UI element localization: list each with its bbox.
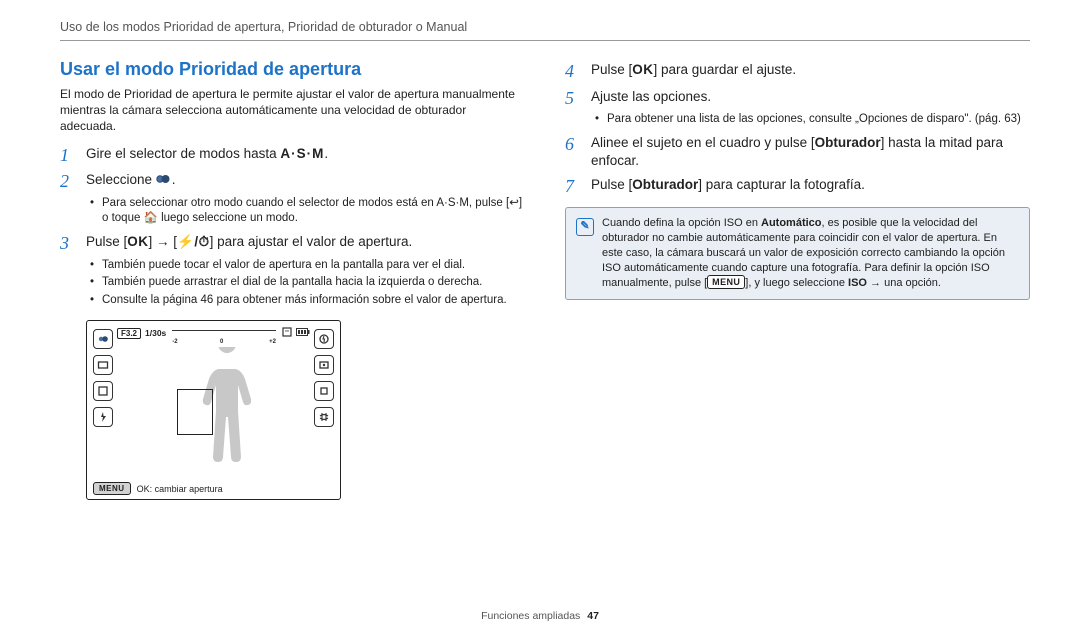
page-footer: Funciones ampliadas 47 [0, 610, 1080, 622]
off-flash-icon [314, 329, 334, 349]
step-text: Pulse [ [591, 177, 632, 192]
flash-icon [93, 407, 113, 427]
ev-plus: +2 [269, 339, 276, 345]
step-text: Alinee el sujeto en el cuadro y pulse [ [591, 135, 815, 150]
left-column: Usar el modo Prioridad de apertura El mo… [60, 55, 525, 500]
step-7: 7 Pulse [Obturador] para capturar la fot… [565, 176, 1030, 197]
sub-item: Para seleccionar otro modo cuando el sel… [90, 196, 525, 227]
ev-zero: 0 [220, 339, 223, 345]
step-number: 5 [565, 88, 581, 109]
iso-note-box: ✎ Cuando defina la opción ISO en Automát… [565, 207, 1030, 300]
photo-size-icon [93, 355, 113, 375]
ev-minus: -2 [172, 339, 177, 345]
step-number: 2 [60, 171, 76, 192]
mode-icon [93, 329, 113, 349]
footer-section: Funciones ampliadas [481, 610, 580, 622]
step-3-sublist: También puede tocar el valor de apertura… [90, 258, 525, 309]
step-number: 3 [60, 233, 76, 254]
osd-prompt: OK: cambiar apertura [137, 484, 223, 494]
osd-bottom-bar: MENU OK: cambiar apertura [93, 482, 334, 495]
shutter-bold: Obturador [632, 177, 698, 192]
step-text: ] para ajustar el valor de apertura. [210, 234, 413, 249]
page-header: Uso de los modos Prioridad de apertura, … [60, 20, 1030, 41]
battery-icon [296, 328, 310, 338]
drive-mode-icon [93, 381, 113, 401]
step-2: 2 Seleccione . [60, 171, 525, 192]
af-rectangle [177, 389, 213, 435]
step-text: Ajuste las opciones. [591, 88, 1030, 106]
page-number: 47 [587, 610, 599, 622]
step-text: Gire el selector de modos hasta [86, 146, 280, 161]
step-2-sublist: Para seleccionar otro modo cuando el sel… [90, 196, 525, 227]
step-number: 6 [565, 134, 581, 155]
note-icon: ✎ [576, 218, 594, 236]
ok-key: OK [127, 233, 148, 251]
step-6: 6 Alinee el sujeto en el cuadro y pulse … [565, 134, 1030, 170]
step-number: 4 [565, 61, 581, 82]
step-5: 5 Ajuste las opciones. [565, 88, 1030, 109]
sub-item: Para obtener una lista de las opciones, … [595, 112, 1030, 128]
step-text: Seleccione [86, 172, 156, 187]
osd-top-bar: F3.2 1/30s -2 0 +2 [117, 327, 310, 339]
step-text-after: . [324, 146, 328, 161]
shutter-bold: Obturador [815, 135, 881, 150]
aperture-value: F3.2 [117, 328, 141, 339]
step-1: 1 Gire el selector de modos hasta A·S·M. [60, 145, 525, 166]
step-3: 3 Pulse [OK] → [⚡/⏱] para ajustar el val… [60, 233, 525, 254]
ev-scale: -2 0 +2 [172, 330, 276, 337]
camera-viewfinder-illustration: F3.2 1/30s -2 0 +2 [86, 320, 341, 500]
step-text: Pulse [ [591, 62, 632, 77]
section-title: Usar el modo Prioridad de apertura [60, 59, 525, 80]
step-text: ] → [ [149, 234, 178, 249]
menu-key: MENU [707, 275, 745, 289]
aperture-priority-icon [156, 172, 172, 190]
step-text: Pulse [ [86, 234, 127, 249]
step-4: 4 Pulse [OK] para guardar el ajuste. [565, 61, 1030, 82]
step-number: 1 [60, 145, 76, 166]
note-text: Cuando defina la opción ISO en Automátic… [602, 216, 1019, 291]
step-5-sublist: Para obtener una lista de las opciones, … [595, 112, 1030, 128]
face-detect-icon [282, 327, 292, 339]
af-area-icon [314, 381, 334, 401]
mode-asm-glyph: A·S·M [280, 146, 324, 161]
sub-item: También puede tocar el valor de apertura… [90, 258, 525, 274]
sub-item: También puede arrastrar el dial de la pa… [90, 275, 525, 291]
flash-timer-key: ⚡/⏱ [177, 233, 210, 251]
right-column: 4 Pulse [OK] para guardar el ajuste. 5 A… [565, 55, 1030, 500]
metering-icon [314, 355, 334, 375]
step-number: 7 [565, 176, 581, 197]
step-text: ] para guardar el ajuste. [654, 62, 797, 77]
sub-item: Consulte la página 46 para obtener más i… [90, 293, 525, 309]
step-text-after: . [172, 172, 176, 187]
menu-button: MENU [93, 482, 131, 495]
shutter-value: 1/30s [145, 328, 166, 338]
intro-paragraph: El modo de Prioridad de apertura le perm… [60, 86, 525, 135]
stabilizer-icon [314, 407, 334, 427]
step-text: ] para capturar la fotografía. [698, 177, 865, 192]
ok-key: OK [632, 61, 653, 79]
